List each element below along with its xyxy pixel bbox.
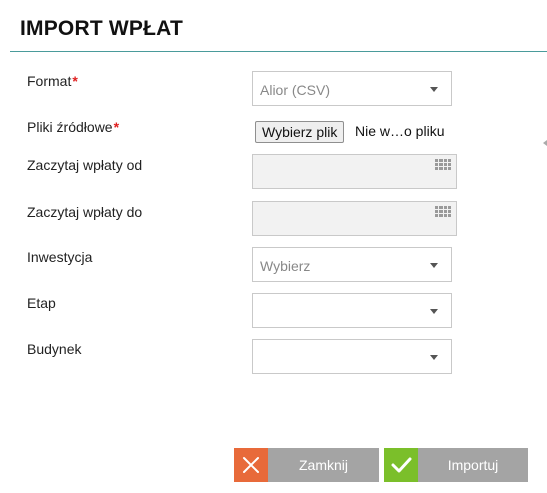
chevron-down-icon [430,355,438,360]
investment-select-value: Wybierz [260,258,311,274]
calendar-icon[interactable] [435,159,451,170]
date-from-label: Zaczytaj wpłaty od [27,157,143,173]
stage-label: Etap [27,295,56,311]
files-label: Pliki źródłowe* [27,119,119,135]
chevron-down-icon [430,309,438,314]
scroll-arrow-icon[interactable] [543,140,547,146]
building-select[interactable] [252,339,452,374]
import-button-label: Importuj [447,457,499,473]
format-select[interactable]: Alior (CSV) [252,71,452,106]
import-button[interactable]: Importuj [384,448,528,482]
choose-file-button[interactable]: Wybierz plik [255,121,345,143]
close-button[interactable]: Zamknij [234,448,379,482]
chevron-down-icon [430,263,438,268]
building-label: Budynek [27,341,82,357]
close-button-label: Zamknij [298,457,348,473]
format-select-value: Alior (CSV) [260,82,331,98]
required-marker: * [72,73,78,89]
check-icon [384,448,418,482]
close-icon [234,448,268,482]
date-from-input[interactable] [252,154,457,189]
investment-label: Inwestycja [27,249,93,265]
date-to-input[interactable] [252,201,457,236]
investment-select[interactable]: Wybierz [252,247,452,282]
format-label-text: Format [27,73,72,89]
file-status: Nie w…o pliku [355,123,445,139]
files-label-text: Pliki źródłowe [27,119,113,135]
title-divider [10,51,547,52]
required-marker: * [113,119,120,135]
stage-select[interactable] [252,293,452,328]
calendar-icon[interactable] [435,206,451,217]
date-to-label: Zaczytaj wpłaty do [27,204,143,220]
dialog-title: IMPORT WPŁAT [20,17,183,40]
chevron-down-icon [430,87,438,92]
format-label: Format* [27,73,78,89]
